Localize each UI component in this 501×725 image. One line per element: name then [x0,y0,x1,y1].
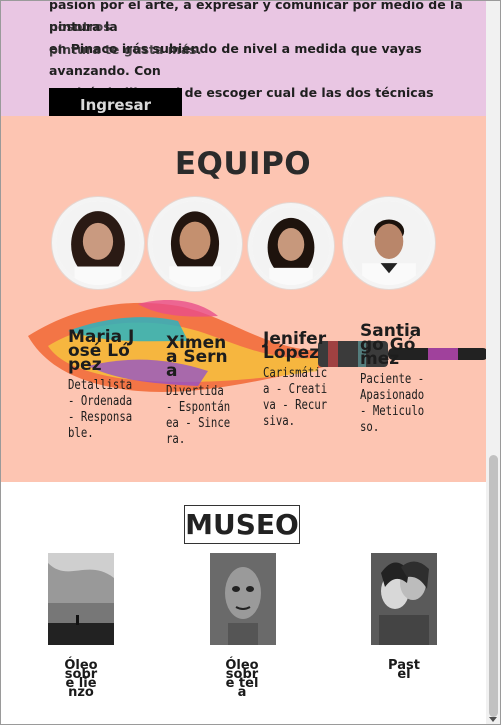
intro-overflow-text: nosotros pintura te gusta más. [49,16,477,60]
member-name: Jenifer López [263,329,327,363]
portrait-image [252,207,330,285]
artwork-image [48,553,114,645]
member-traits: Divertida - Espontánea - Sincera. [166,384,231,447]
member-name: Maria José López [68,327,135,375]
intro-overflow-line-2: pintura te gusta más. [49,42,202,57]
artwork-image [210,553,276,645]
artwork-couple[interactable] [371,553,437,645]
intro-overflow-line-1: nosotros [49,19,111,34]
avatar-santiago [343,197,435,289]
page-scrollbar[interactable] [486,0,501,725]
intro-section: pasión por el arte, a expresar y comunic… [0,0,486,122]
member-traits: Paciente - Apasionado - Meticuloso. [360,372,425,435]
artwork-caption: Óleo sobre lienzo [64,658,98,700]
member-name: Ximena Serna [166,333,228,381]
portrait-image [56,201,140,285]
team-section: EQUIPO Maria José López Detallista - Ord… [0,116,486,482]
avatar-maria [52,197,144,289]
member-name: Santiago Gómez [360,321,422,369]
artwork-caption: Óleo sobre tela [225,658,259,700]
member-traits: Carismática - Creativa - Recursiva. [263,366,328,429]
portrait-image [152,201,238,287]
scrollbar-thumb[interactable] [489,455,498,717]
member-card-jenifer: Jenifer López Carismática - Creativa - R… [263,329,333,430]
member-traits: Detallista - Ordenada - Responsable. [68,378,133,441]
member-card-ximena: Ximena Serna Divertida - Espontánea - Si… [166,333,236,448]
portrait-image [347,201,431,285]
avatar-ximena [148,197,242,291]
artwork-seascape[interactable] [48,553,114,645]
ingresar-button[interactable]: Ingresar [49,88,182,116]
avatar-jenifer [248,203,334,289]
artwork-caption: Pastel [388,658,420,682]
museo-title: MUSEO [184,505,300,544]
scroll-down-arrow-icon[interactable] [489,717,497,722]
team-title: EQUIPO [174,146,312,182]
artwork-image [371,553,437,645]
member-card-maria: Maria José López Detallista - Ordenada -… [68,327,138,442]
member-card-santiago: Santiago Gómez Paciente - Apasionado - M… [360,321,430,436]
artwork-face[interactable] [210,553,276,645]
